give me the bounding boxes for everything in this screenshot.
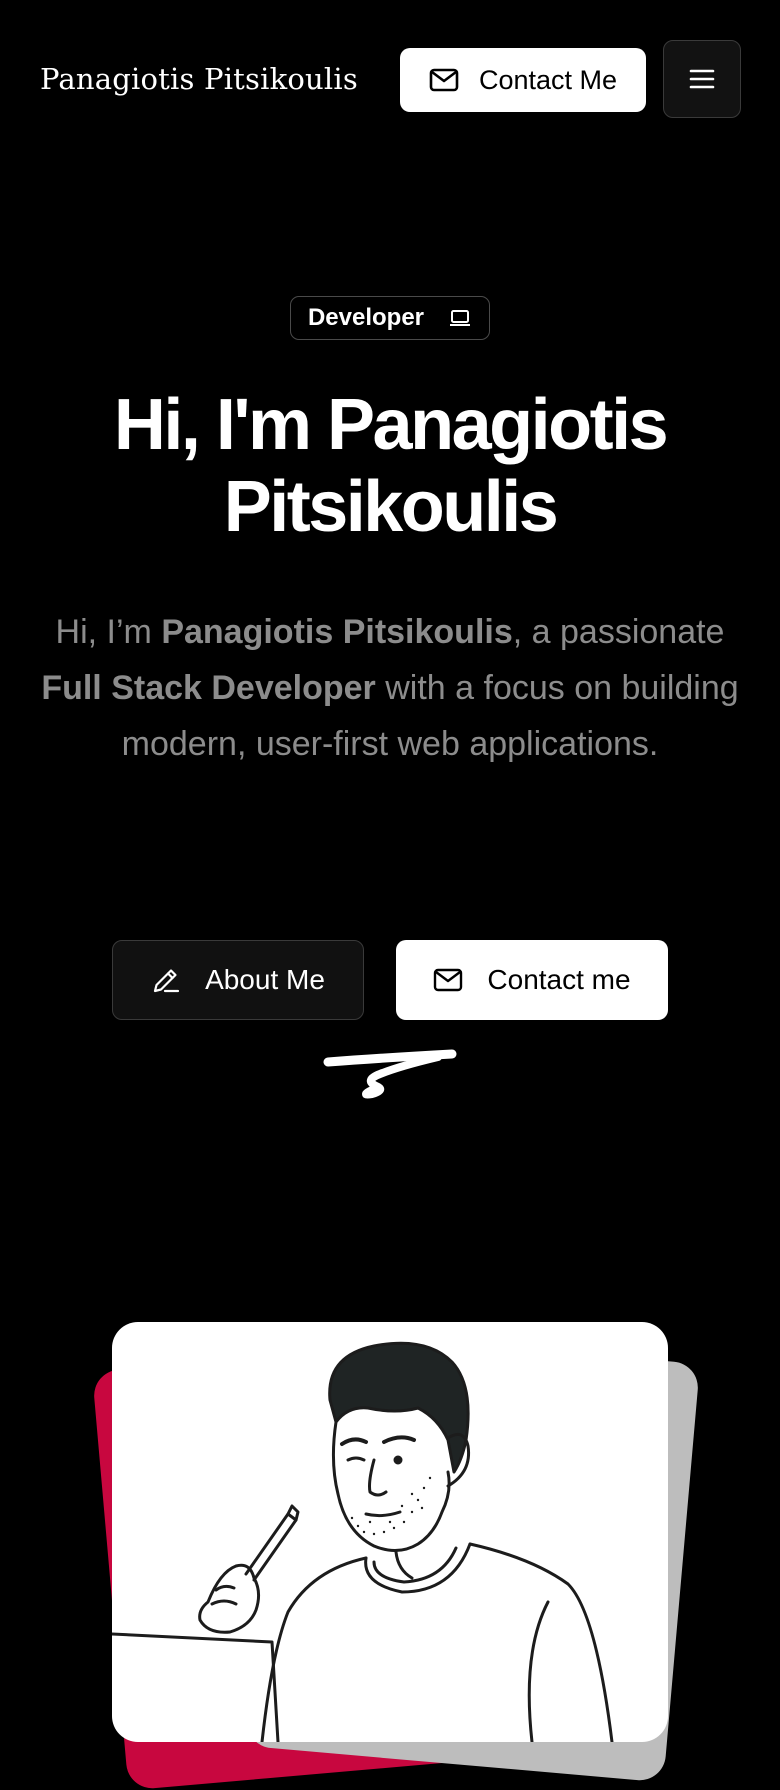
intro-middle: , a passionate <box>512 613 725 651</box>
contact-me-button[interactable]: Contact me <box>396 940 668 1020</box>
laptop-icon <box>448 308 472 328</box>
header-contact-label: Contact Me <box>478 64 618 95</box>
illustration-card <box>112 1322 668 1742</box>
about-me-label: About Me <box>205 964 325 995</box>
site-name-logo[interactable]: Panagiotis Pitsikoulis <box>40 62 358 96</box>
pencil-icon <box>151 965 181 995</box>
header-contact-button[interactable]: Contact Me <box>400 48 646 112</box>
intro-name: Panagiotis Pitsikoulis <box>161 613 513 651</box>
hamburger-menu-icon <box>689 68 715 90</box>
scribble-decoration <box>323 1049 457 1099</box>
intro-prefix: Hi, I’m <box>55 613 162 651</box>
hero-title: Hi, I'm Panagiotis Pitsikoulis <box>40 384 740 548</box>
hero-intro: Hi, I’m Panagiotis Pitsikoulis, a passio… <box>30 604 750 772</box>
hero-title-line2: Pitsikoulis <box>223 467 559 547</box>
mail-icon <box>433 968 463 992</box>
developer-portrait-illustration <box>112 1341 614 1742</box>
about-me-button[interactable]: About Me <box>112 940 364 1020</box>
badge-label: Developer <box>307 304 425 331</box>
hero-title-line1: Hi, I'm Panagiotis <box>113 385 669 465</box>
contact-me-label: Contact me <box>487 964 631 995</box>
role-badge: Developer <box>290 296 490 340</box>
menu-button[interactable] <box>663 40 741 118</box>
intro-role: Full Stack Developer <box>41 669 376 707</box>
mail-icon <box>429 68 459 92</box>
site-header: Panagiotis Pitsikoulis Contact Me <box>0 0 780 160</box>
